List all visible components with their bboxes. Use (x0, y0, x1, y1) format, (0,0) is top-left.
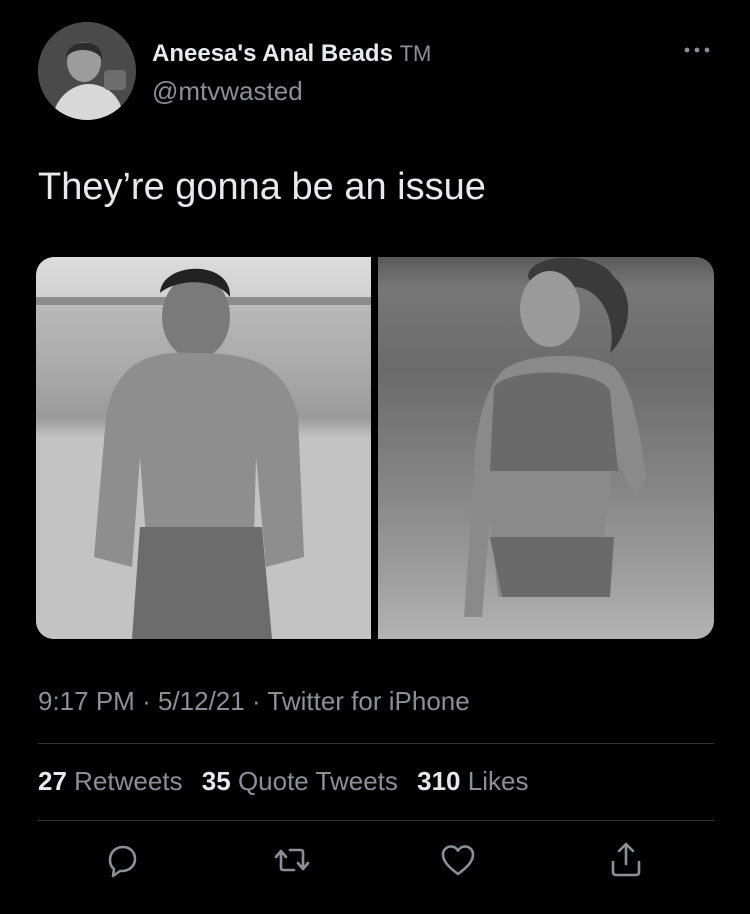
share-icon (611, 842, 641, 877)
likes-label: Likes (467, 766, 529, 796)
divider (38, 820, 714, 821)
quote-tweets-label: Quote Tweets (237, 766, 398, 796)
retweets-stat[interactable]: 27 Retweets (38, 766, 190, 796)
photo-woman-on-beach[interactable] (378, 257, 714, 639)
display-name-suffix: TM (399, 41, 432, 66)
tweet-stats: 27 Retweets 35 Quote Tweets 310 Likes (38, 766, 540, 797)
tweet-media (36, 257, 714, 639)
retweet-button[interactable] (270, 838, 314, 882)
tweet-time[interactable]: 9:17 PM (38, 686, 135, 716)
tweet-text: They’re gonna be an issue (38, 166, 486, 208)
reply-icon (108, 845, 137, 878)
tweet-source[interactable]: Twitter for iPhone (267, 686, 469, 716)
tweet-meta: 9:17 PM · 5/12/21 · Twitter for iPhone (38, 686, 470, 717)
author-handle[interactable]: @mtvwasted (152, 76, 303, 107)
tweet: Aneesa's Anal Beads TM @mtvwasted They’r… (0, 0, 750, 914)
likes-count: 310 (417, 766, 461, 796)
retweets-label: Retweets (74, 766, 183, 796)
author-avatar[interactable] (38, 22, 136, 120)
retweets-count: 27 (38, 766, 67, 796)
likes-stat[interactable]: 310 Likes (417, 766, 528, 796)
divider (38, 743, 714, 744)
more-options-icon[interactable] (682, 40, 712, 60)
display-name-text: Aneesa's Anal Beads (152, 40, 393, 67)
like-button[interactable] (436, 838, 480, 882)
meta-separator: · (142, 686, 151, 716)
retweet-icon (274, 848, 310, 872)
author-display-name[interactable]: Aneesa's Anal Beads TM (152, 40, 431, 68)
share-button[interactable] (604, 838, 648, 882)
meta-separator: · (251, 686, 261, 716)
tweet-actions (0, 838, 750, 888)
photo-man-on-beach[interactable] (36, 257, 371, 639)
quote-tweets-count: 35 (201, 766, 231, 796)
tweet-date[interactable]: 5/12/21 (158, 686, 245, 716)
heart-icon (441, 845, 475, 876)
quote-tweets-stat[interactable]: 35 Quote Tweets (202, 766, 405, 796)
reply-button[interactable] (100, 838, 144, 882)
